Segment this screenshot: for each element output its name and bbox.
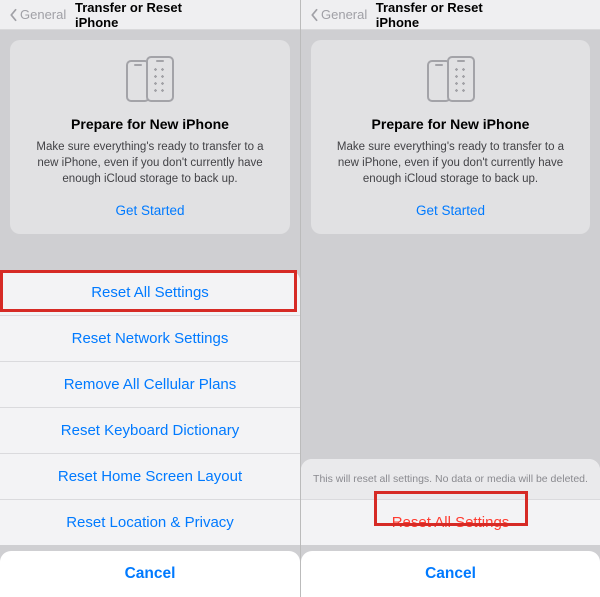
get-started-button[interactable]: Get Started [416,203,485,218]
prepare-card: Prepare for New iPhone Make sure everyth… [311,40,590,234]
page-title: Transfer or Reset iPhone [376,0,526,30]
card-title: Prepare for New iPhone [327,116,574,132]
chevron-left-icon [309,8,319,22]
screen-left-reset-options: General Transfer or Reset iPhone Prepare… [0,0,300,597]
card-description: Make sure everything's ready to transfer… [26,140,274,188]
back-label: General [20,7,66,22]
sheet-options-group: Reset All Settings Reset Network Setting… [0,270,300,545]
reset-all-settings-option[interactable]: Reset All Settings [0,270,300,316]
iphone-apps-icon [146,56,174,102]
page-title: Transfer or Reset iPhone [75,0,225,30]
chevron-left-icon [8,8,18,22]
cancel-button[interactable]: Cancel [301,551,600,597]
back-button[interactable]: General [8,7,66,22]
cancel-button[interactable]: Cancel [0,551,300,597]
confirm-action-sheet: This will reset all settings. No data or… [301,459,600,597]
remove-cellular-plans-option[interactable]: Remove All Cellular Plans [0,362,300,408]
reset-keyboard-dictionary-option[interactable]: Reset Keyboard Dictionary [0,408,300,454]
navbar: General Transfer or Reset iPhone [0,0,300,30]
back-label: General [321,7,367,22]
card-title: Prepare for New iPhone [26,116,274,132]
reset-home-screen-option[interactable]: Reset Home Screen Layout [0,454,300,500]
confirm-message: This will reset all settings. No data or… [301,459,600,500]
sheet-confirm-group: This will reset all settings. No data or… [301,459,600,545]
back-button[interactable]: General [309,7,367,22]
reset-network-settings-option[interactable]: Reset Network Settings [0,316,300,362]
reset-location-privacy-option[interactable]: Reset Location & Privacy [0,500,300,545]
content-area: Prepare for New iPhone Make sure everyth… [301,30,600,234]
reset-all-settings-confirm[interactable]: Reset All Settings [301,500,600,545]
content-area: Prepare for New iPhone Make sure everyth… [0,30,300,234]
reset-action-sheet: Reset All Settings Reset Network Setting… [0,270,300,597]
phone-icons [26,54,274,102]
cancel-group: Cancel [301,551,600,597]
screen-right-confirm: General Transfer or Reset iPhone Prepare… [300,0,600,597]
cancel-group: Cancel [0,551,300,597]
card-description: Make sure everything's ready to transfer… [327,140,574,188]
prepare-card: Prepare for New iPhone Make sure everyth… [10,40,290,234]
get-started-button[interactable]: Get Started [115,203,184,218]
navbar: General Transfer or Reset iPhone [301,0,600,30]
phone-icons [327,54,574,102]
iphone-apps-icon [447,56,475,102]
